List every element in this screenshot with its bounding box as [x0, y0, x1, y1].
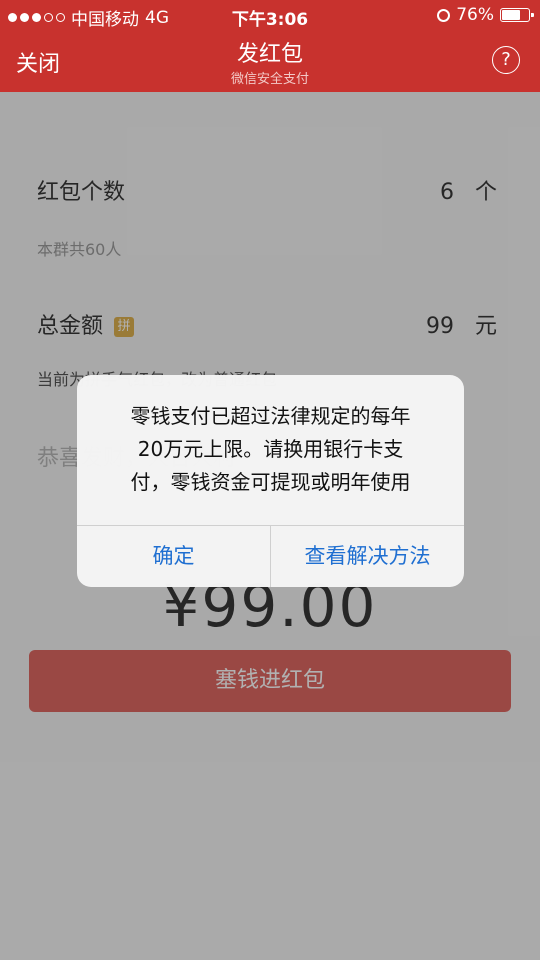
- alert-message-line: 零钱支付已超过法律规定的每年: [130, 404, 411, 428]
- alert-dialog: 零钱支付已超过法律规定的每年 20万元上限。请换用银行卡支 付，零钱资金可提现或…: [77, 375, 464, 587]
- alert-message-line: 付，零钱资金可提现或明年使用: [130, 470, 411, 494]
- alert-message: 零钱支付已超过法律规定的每年 20万元上限。请换用银行卡支 付，零钱资金可提现或…: [97, 400, 444, 499]
- battery-percent: 76%: [456, 5, 494, 25]
- status-bar: 中国移动 4G 下午3:06 76%: [0, 0, 540, 30]
- battery-icon: [500, 8, 534, 22]
- status-right: 76%: [437, 5, 534, 25]
- help-icon[interactable]: ?: [492, 46, 520, 74]
- page-subtitle: 微信安全支付: [230, 72, 309, 87]
- page-title: 发红包: [236, 42, 303, 67]
- alert-message-line: 20万元上限。请换用银行卡支: [137, 437, 404, 461]
- view-solution-button[interactable]: 查看解决方法: [271, 525, 464, 587]
- alarm-icon: [437, 8, 451, 22]
- nav-bar: 关闭 发红包 微信安全支付 ?: [0, 30, 540, 92]
- confirm-button[interactable]: 确定: [77, 525, 270, 587]
